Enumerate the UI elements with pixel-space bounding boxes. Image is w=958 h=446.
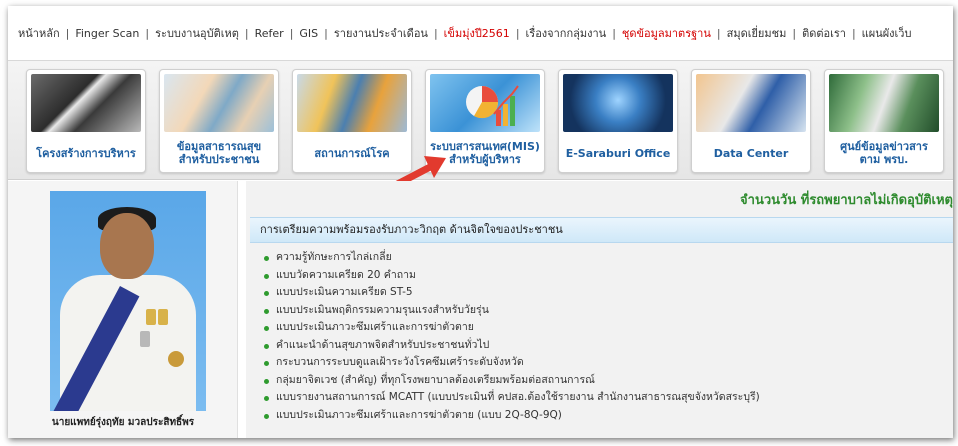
tile-label: ศูนย์ข้อมูลข่าวสาร ตาม พรบ. [840,140,928,166]
tile-information-center[interactable]: ศูนย์ข้อมูลข่าวสาร ตาม พรบ. [824,69,944,173]
archive-image [829,74,939,132]
nav-separator: | [433,26,438,40]
browser-frame: หน้าหลัก | Finger Scan | ระบบงานอุบัติเหตุ | R… [8,6,953,438]
health-check-image [164,74,274,132]
list-item[interactable]: แบบประเมินพฤติกรรมความรุนแรงสำหรับวัยรุ่… [264,302,760,320]
section-title: การเตรียมความพร้อมรองรับภาวะวิกฤต ด้านจิ… [250,217,953,243]
top-navigation: หน้าหลัก | Finger Scan | ระบบงานอุบัติเหตุ | R… [8,6,953,60]
tile-data-center[interactable]: Data Center [691,69,811,173]
nav-link[interactable]: ติดต่อเรา [802,24,846,42]
nav-link[interactable]: Finger Scan [75,27,139,40]
tile-e-saraburi-office[interactable]: E-Saraburi Office [558,69,678,173]
tile-label: Data Center [713,146,789,160]
list-item[interactable]: คำแนะนำด้านสุขภาพจิตสำหรับประชาชนทั่วไป [264,337,760,355]
marquee-text: จำนวนวัน ที่รถพยาบาลไม่เกิดอุบัติเหตุ [740,193,953,208]
nav-link[interactable]: ระบบงานอุบัติเหตุ [155,24,239,42]
nav-link[interactable]: Refer [255,27,284,40]
nav-separator: | [612,26,616,40]
monitor-image [563,74,673,132]
nav-link[interactable]: เข็มมุ่งปี2561 [444,24,510,42]
business-people-image [31,74,141,132]
nav-separator: | [515,26,520,40]
nav-separator: | [324,26,328,40]
list-item[interactable]: แบบรายงานสถานการณ์ MCATT (แบบประเมินที่ … [264,389,760,407]
tile-organization-structure[interactable]: โครงสร้างการบริหาร [26,69,146,173]
tile-label: E-Saraburi Office [565,146,671,160]
main-content: จำนวนวัน ที่รถพยาบาลไม่เกิดอุบัติเหตุ กา… [246,181,953,438]
nav-separator: | [65,26,70,40]
nav-link[interactable]: GIS [299,27,318,40]
document-list: ความรู้ทักษะการไกล่เกลี่ย แบบวัดความเครีย… [264,249,760,424]
list-item[interactable]: ความรู้ทักษะการไกล่เกลี่ย [264,249,760,267]
nav-separator: | [244,26,249,40]
director-name: นายแพทย์รุ่งฤทัย มวลประสิทธิ์พร [51,417,195,428]
bar-chart-icon [466,85,519,126]
sidebar-portrait: นายแพทย์รุ่งฤทัย มวลประสิทธิ์พร [8,181,238,438]
list-item[interactable]: แบบประเมินภาวะซึมเศร้าและการฆ่าตัวตาย (แ… [264,407,760,425]
nav-link[interactable]: สมุดเยี่ยมชม [727,24,787,42]
list-item[interactable]: แบบวัดความเครียด 20 คำถาม [264,267,760,285]
chart-image [430,74,540,132]
list-item[interactable]: แบบประเมินความเครียด ST-5 [264,284,760,302]
tile-public-health-info[interactable]: ข้อมูลสาธารณสุข สำหรับประชาชน [159,69,279,173]
banner-menu: โครงสร้างการบริหาร ข้อมูลสาธารณสุข สำหรั… [8,60,953,180]
tile-label: ข้อมูลสาธารณสุข สำหรับประชาชน [176,140,262,166]
list-item[interactable]: แบบประเมินภาวะซึมเศร้าและการฆ่าตัวตาย [264,319,760,337]
director-photo [50,191,206,411]
nav-link[interactable]: ชุดข้อมูลมาตรฐาน [622,24,711,42]
nav-link[interactable]: แผนผังเว็บ [862,24,912,42]
list-item[interactable]: กลุ่มยาจิตเวช (สำคัญ) ที่ทุกโรงพยาบาลต้อ… [264,372,760,390]
list-item[interactable]: กระบวนการระบบดูแลเฝ้าระวังโรคซึมเศร้าระด… [264,354,760,372]
office-worker-image [696,74,806,132]
nav-link[interactable]: รายงานประจำเดือน [334,24,428,42]
nav-link[interactable]: เรื่องจากกลุ่มงาน [526,24,607,42]
nav-separator: | [851,26,856,40]
lab-samples-image [297,74,407,132]
nav-separator: | [716,26,721,40]
nav-link[interactable]: หน้าหลัก [18,24,60,42]
nav-separator: | [289,26,294,40]
nav-separator: | [145,26,150,40]
nav-separator: | [792,26,797,40]
tile-label: โครงสร้างการบริหาร [36,146,136,160]
